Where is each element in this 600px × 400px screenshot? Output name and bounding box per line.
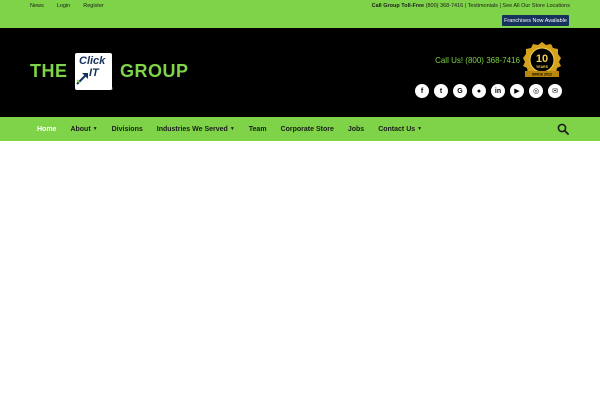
- chevron-down-icon: ▼: [229, 126, 235, 132]
- badge-years-label: YEARS: [536, 65, 549, 69]
- nav-item-jobs[interactable]: Jobs: [341, 126, 371, 133]
- nav-item-about[interactable]: About ▼: [63, 126, 104, 133]
- register-link[interactable]: Register: [83, 3, 103, 9]
- linkedin-icon[interactable]: in: [491, 84, 505, 98]
- email-glyph: ✉: [552, 87, 558, 95]
- linkedin-glyph: in: [494, 87, 502, 95]
- nav-item-team[interactable]: Team: [242, 126, 274, 133]
- login-link[interactable]: Login: [57, 3, 70, 9]
- badge-years-number: 10: [536, 53, 548, 65]
- nav-item-label: Divisions: [111, 125, 143, 133]
- top-links: News Login Register: [30, 3, 104, 9]
- email-icon[interactable]: ✉: [548, 84, 562, 98]
- click-it-logo[interactable]: Click IT: [75, 53, 112, 90]
- news-link[interactable]: News: [30, 3, 44, 9]
- logo-click-text: Click: [79, 55, 106, 67]
- store-locations-link[interactable]: See All Our Store Locations: [502, 3, 570, 9]
- search-icon[interactable]: [557, 123, 569, 135]
- trademark-mark: ®: [110, 86, 113, 91]
- nav-item-label: Team: [248, 125, 267, 133]
- google-icon[interactable]: G: [453, 84, 467, 98]
- facebook-glyph: f: [420, 87, 424, 95]
- twitter-icon[interactable]: t: [434, 84, 448, 98]
- top-utility-bar: News Login Register Call Group Toll-Free…: [0, 0, 600, 28]
- nav-item-label: Corporate Store: [280, 125, 334, 133]
- google-glyph: G: [457, 87, 463, 95]
- separator: |: [499, 3, 501, 9]
- logo-it-text: IT: [89, 67, 99, 79]
- nav-item-home[interactable]: Home: [30, 126, 63, 133]
- nav-items: Home About ▼ Divisions Industries We Serv…: [30, 117, 429, 141]
- map-pin-icon[interactable]: ●: [472, 84, 486, 98]
- call-us-link[interactable]: Call Us! (800) 368-7416: [435, 56, 520, 65]
- site-header: THE Click IT ® GROUP Call Us! (800) 368-…: [0, 28, 600, 117]
- logo-the-text[interactable]: THE: [30, 61, 68, 82]
- separator: |: [464, 3, 467, 9]
- nav-item-label: Home: [37, 125, 57, 133]
- chevron-down-icon: ▼: [417, 126, 423, 132]
- nav-item-label: About: [70, 125, 91, 133]
- franchises-button[interactable]: Franchises Now Available: [502, 15, 569, 26]
- chevron-down-icon: ▼: [92, 126, 98, 132]
- map-pin-glyph: ●: [476, 87, 482, 95]
- logo-arrow-icon: [76, 73, 88, 85]
- social-icons: f t G ● in ▶ ◎ ✉: [415, 84, 562, 98]
- instagram-icon[interactable]: ◎: [529, 84, 543, 98]
- twitter-glyph: t: [439, 87, 443, 95]
- main-nav: Home About ▼ Divisions Industries We Serv…: [0, 117, 600, 141]
- tollfree-label: Call Group Toll-Free: [371, 3, 425, 9]
- nav-item-divisions[interactable]: Divisions: [105, 126, 150, 133]
- nav-item-contact-us[interactable]: Contact Us ▼: [371, 126, 429, 133]
- nav-item-industries[interactable]: Industries We Served ▼: [150, 126, 242, 133]
- testimonials-link[interactable]: Testimonials: [468, 3, 498, 9]
- ten-years-badge: 10 YEARS SINCE 2012: [523, 42, 561, 77]
- nav-item-label: Industries We Served: [156, 125, 228, 133]
- nav-item-label: Contact Us: [378, 125, 416, 133]
- nav-item-label: Jobs: [347, 125, 365, 133]
- nav-item-corporate-store[interactable]: Corporate Store: [274, 126, 341, 133]
- badge-since-text: SINCE 2012: [532, 73, 552, 77]
- youtube-glyph: ▶: [514, 87, 520, 95]
- tollfree-number-link[interactable]: (800) 368-7416: [426, 3, 464, 9]
- facebook-icon[interactable]: f: [415, 84, 429, 98]
- instagram-glyph: ◎: [532, 87, 540, 95]
- main-content-area: [0, 141, 600, 400]
- youtube-icon[interactable]: ▶: [510, 84, 524, 98]
- logo-group-text[interactable]: GROUP: [120, 61, 189, 82]
- tollfree-line: Call Group Toll-Free (800) 368-7416 | Te…: [372, 3, 570, 9]
